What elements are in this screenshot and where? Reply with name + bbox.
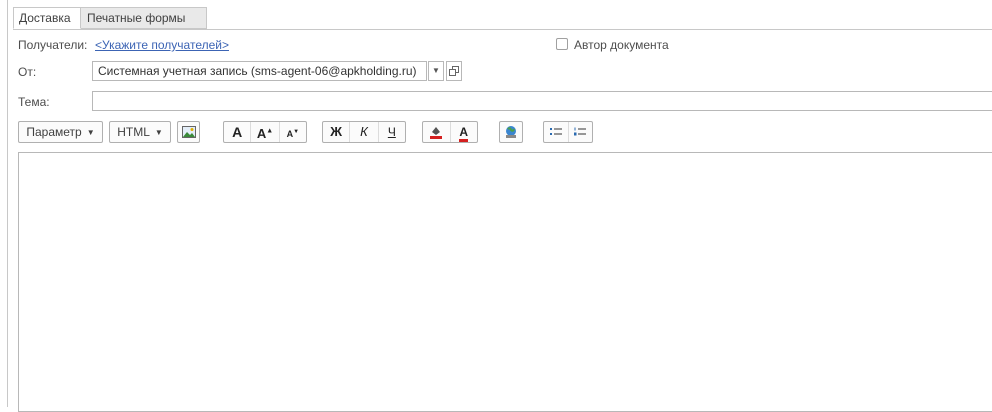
recipients-label: Получатели:: [18, 38, 88, 52]
background-color-button[interactable]: [423, 122, 450, 142]
caret-down-icon: ▼: [154, 128, 163, 137]
tab-divider: [13, 29, 992, 30]
underline-icon: Ч: [387, 125, 396, 139]
text-color-icon: A: [459, 125, 469, 142]
left-border: [7, 0, 8, 407]
italic-icon: К: [360, 124, 368, 139]
parameter-button-label: Параметр: [26, 125, 82, 139]
caret-down-icon[interactable]: ▼: [428, 61, 444, 81]
subject-label: Тема:: [18, 95, 50, 109]
message-editor[interactable]: [18, 152, 992, 412]
author-checkbox-label: Автор документа: [574, 38, 669, 52]
numbered-list-icon: [574, 127, 587, 136]
list-group: [543, 121, 593, 143]
insert-image-icon: [181, 126, 196, 138]
from-field[interactable]: Системная учетная запись (sms-agent-06@a…: [92, 61, 427, 81]
bold-button[interactable]: Ж: [323, 122, 349, 142]
html-button[interactable]: HTML ▼: [109, 121, 171, 143]
font-decrease-icon: A▼: [286, 129, 300, 139]
font-increase-icon: A▲: [256, 126, 274, 142]
open-window-icon[interactable]: [446, 61, 462, 81]
italic-button[interactable]: К: [349, 122, 377, 142]
font-decrease-button[interactable]: A▼: [278, 122, 306, 142]
bold-icon: Ж: [330, 124, 343, 139]
recipients-link[interactable]: <Укажите получателей>: [95, 38, 229, 52]
bullet-list-icon: [549, 128, 562, 135]
subject-input[interactable]: [92, 91, 992, 111]
from-label: От:: [18, 65, 37, 79]
tab-print-forms[interactable]: Печатные формы: [81, 7, 207, 29]
background-color-icon: [430, 127, 443, 139]
caret-down-icon: ▼: [86, 128, 95, 137]
html-button-label: HTML: [117, 125, 150, 139]
bullet-list-button[interactable]: [544, 122, 568, 142]
insert-link-icon: [506, 126, 516, 138]
color-group: A: [422, 121, 478, 143]
font-size-group: A A▲ A▼: [223, 121, 307, 143]
underline-button[interactable]: Ч: [377, 122, 405, 142]
insert-link-button[interactable]: [499, 121, 523, 143]
numbered-list-button[interactable]: [567, 122, 593, 142]
text-style-group: Ж К Ч: [322, 121, 406, 143]
tab-delivery[interactable]: Доставка: [13, 7, 81, 29]
author-checkbox[interactable]: [556, 38, 568, 50]
font-increase-button[interactable]: A▲: [250, 122, 278, 142]
font-button[interactable]: A: [224, 122, 250, 142]
parameter-button[interactable]: Параметр ▼: [18, 121, 103, 143]
text-color-button[interactable]: A: [449, 122, 478, 142]
insert-image-button[interactable]: [177, 121, 200, 143]
font-icon: A: [232, 124, 243, 140]
